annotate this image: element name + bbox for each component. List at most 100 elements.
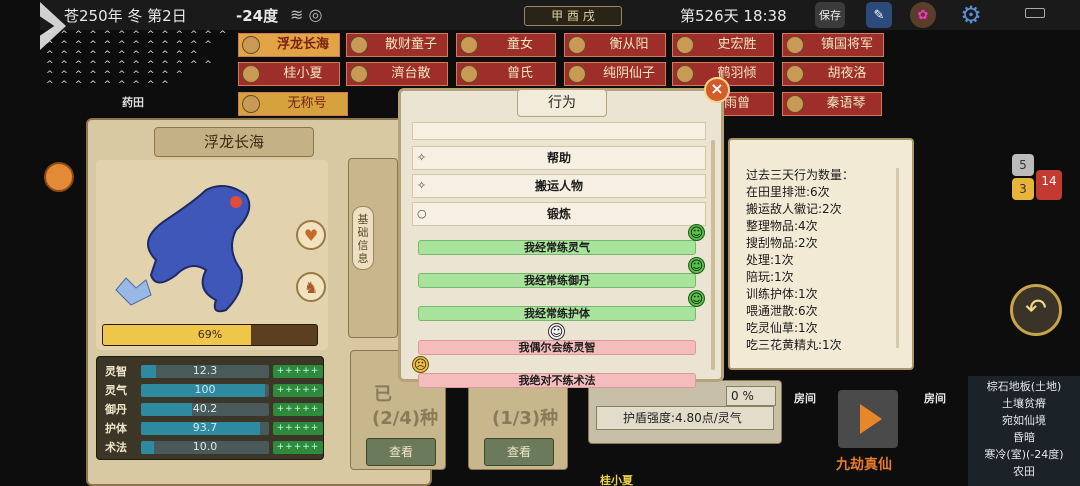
stat-value: 10.0 <box>192 440 218 453</box>
count-badge-3[interactable]: 3 <box>1012 178 1034 200</box>
health-percent: 69% <box>197 328 223 341</box>
character-tag[interactable]: 胡夜洛 <box>782 62 884 86</box>
location-line: 寒冷(室)(-24度) <box>984 448 1064 461</box>
scroll-icon[interactable]: ✎ <box>866 2 892 28</box>
character-tag-label: 纯阴仙子 <box>602 66 655 81</box>
menu-item-icon: ✧ <box>417 151 427 164</box>
training-preference-row[interactable]: 我绝对不练术法 <box>418 373 696 388</box>
location-line: 农田 <box>1013 465 1035 478</box>
character-tag[interactable]: 衡从阳 <box>564 33 666 57</box>
training-preference-row[interactable]: 我经常练御丹 <box>418 273 696 288</box>
location-info: 棕石地板(土地) 土壤贫瘠 宛如仙境 昏暗 寒冷(室)(-24度) 农田 <box>968 376 1080 486</box>
character-tag-label: 浮龙长海 <box>276 37 329 52</box>
stat-name: 术法 <box>105 441 127 454</box>
menu-item[interactable]: ✧ 搬运人物 <box>412 174 706 198</box>
character-tag-label: 散财童子 <box>384 37 437 52</box>
map-terrain-dots: ^ ^ ^ ^ ^ ^ ^ ^ ^ ^ ^ ^ ^ ^ ^ ^ ^ ^ ^ ^ ^… <box>46 30 229 90</box>
stat-value: 100 <box>194 383 216 396</box>
location-line: 宛如仙境 <box>1002 414 1046 427</box>
basic-info-tab[interactable]: 基础信息 <box>352 206 374 270</box>
character-portrait-area <box>96 160 328 350</box>
grin-face-icon[interactable]: ☺ <box>688 224 705 241</box>
character-tag-label: 史宏胜 <box>717 37 757 52</box>
count-badge-5[interactable]: 5 <box>1012 154 1034 176</box>
avatar <box>350 65 368 83</box>
character-tag[interactable]: 无称号 <box>238 92 348 116</box>
character-tag-label: 桂小夏 <box>283 66 323 81</box>
avatar <box>242 95 260 113</box>
character-tag-label: 秦语琴 <box>826 96 866 111</box>
grin-face-icon[interactable]: ☺ <box>688 290 705 307</box>
character-tag[interactable]: 浮龙长海 <box>238 33 340 57</box>
side-coin-icon[interactable] <box>44 162 74 192</box>
character-tag[interactable]: 秦语琴 <box>782 92 882 116</box>
palette-icon[interactable]: ✿ <box>910 2 936 28</box>
modal-scrollbar[interactable] <box>711 140 715 370</box>
close-icon[interactable]: × <box>704 77 730 103</box>
training-preference-row[interactable]: 我经常练护体 <box>418 306 696 321</box>
character-tag[interactable]: 散财童子 <box>346 33 448 57</box>
neutral-face-icon[interactable]: ☺ <box>548 323 565 340</box>
training-preference-row[interactable]: 我偶尔会练灵智 <box>418 340 696 355</box>
avatar <box>242 36 260 54</box>
character-tag-label: 童女 <box>506 37 533 52</box>
history-line: 训练护体:1次 <box>746 287 818 301</box>
character-tag[interactable]: 曾氏 <box>456 62 556 86</box>
stat-row: 灵气 100 +++++ <box>101 382 323 398</box>
heart-icon[interactable]: ♥ <box>296 220 326 250</box>
menu-item-icon: ○ <box>417 207 427 220</box>
weather-icon: ≋ ◎ <box>290 5 323 24</box>
gear-icon[interactable]: ⚙ <box>958 1 984 29</box>
skill-count-1: (2/4)种 <box>372 408 439 429</box>
map-label-field: 药田 <box>122 96 144 109</box>
avatar <box>786 95 804 113</box>
play-button[interactable] <box>838 390 898 448</box>
history-line: 吃三花黄精丸:1次 <box>746 338 842 352</box>
stat-row: 术法 10.0 +++++ <box>101 439 323 455</box>
stat-row: 护体 93.7 +++++ <box>101 420 323 436</box>
character-tag[interactable]: 镇国将军 <box>782 33 884 57</box>
history-line: 在田里排泄:6次 <box>746 185 830 199</box>
play-icon <box>860 404 882 434</box>
battery-icon <box>1025 8 1045 18</box>
stat-plus-button[interactable]: +++++ <box>273 403 323 416</box>
character-tag-label: 胡夜洛 <box>827 66 867 81</box>
angry-face-icon[interactable]: ☹ <box>412 356 429 373</box>
temperature: -24度 <box>236 7 279 25</box>
menu-item[interactable]: ✧ 帮助 <box>412 146 706 170</box>
avatar <box>568 36 586 54</box>
avatar <box>676 36 694 54</box>
view-button-2[interactable]: 查看 <box>484 438 554 466</box>
stat-row: 御丹 40.2 +++++ <box>101 401 323 417</box>
character-tag-label: 雨曾 <box>723 96 750 111</box>
room-label-right: 房间 <box>924 392 946 405</box>
info-scrollbar[interactable] <box>896 168 899 348</box>
history-line: 处理:1次 <box>746 253 794 267</box>
count-badge-14[interactable]: 14 <box>1036 170 1062 200</box>
character-tag[interactable]: 史宏胜 <box>672 33 774 57</box>
character-tag[interactable]: 纯阴仙子 <box>564 62 666 86</box>
menu-item[interactable]: ○ 锻炼 <box>412 202 706 226</box>
history-line: 喂通泄散:6次 <box>746 304 818 318</box>
character-tag[interactable]: 濟台散 <box>346 62 448 86</box>
character-tag-label: 濟台散 <box>391 66 431 81</box>
stat-plus-button[interactable]: +++++ <box>273 365 323 378</box>
stat-plus-button[interactable]: +++++ <box>273 422 323 435</box>
history-line: 搜刮物品:2次 <box>746 236 818 250</box>
avatar <box>786 65 804 83</box>
stat-plus-button[interactable]: +++++ <box>273 441 323 454</box>
undo-icon[interactable]: ↶ <box>1010 284 1062 336</box>
stat-plus-button[interactable]: +++++ <box>273 384 323 397</box>
dog-icon[interactable]: ♞ <box>296 272 326 302</box>
menu-item-label: 锻炼 <box>546 207 571 221</box>
percent-box: 0 % <box>726 386 776 406</box>
character-tag[interactable]: 桂小夏 <box>238 62 340 86</box>
training-preference-row[interactable]: 我经常练灵气 <box>418 240 696 255</box>
avatar <box>676 65 694 83</box>
grin-face-icon[interactable]: ☺ <box>688 257 705 274</box>
menu-row-partial[interactable] <box>412 122 706 140</box>
stat-name: 灵智 <box>105 365 127 378</box>
save-button[interactable]: 保存 <box>815 2 845 28</box>
character-tag[interactable]: 童女 <box>456 33 556 57</box>
view-button-1[interactable]: 查看 <box>366 438 436 466</box>
